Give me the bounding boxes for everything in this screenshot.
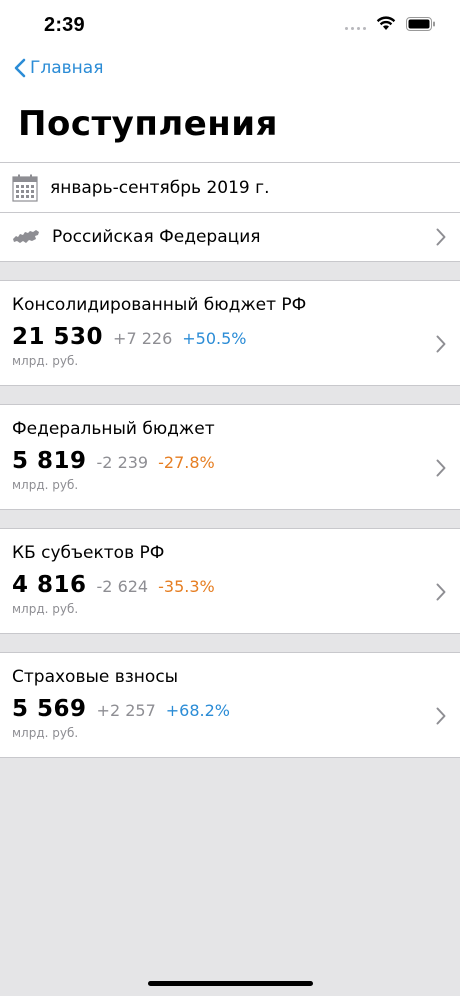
battery-icon	[406, 16, 435, 31]
period-label: январь-сентябрь 2019 г.	[50, 177, 270, 198]
budget-card-consolidated[interactable]: Консолидированный бюджет РФ 21 530 +7 22…	[0, 280, 460, 386]
card-delta: -2 239	[96, 453, 149, 472]
card-delta: +2 257	[96, 701, 156, 720]
navigation-bar: Главная	[0, 50, 460, 88]
card-value: 4 816	[12, 572, 87, 598]
card-title: КБ субъектов РФ	[12, 543, 165, 563]
card-title: Страховые взносы	[12, 667, 179, 687]
budget-card-federal[interactable]: Федеральный бюджет 5 819 -2 239 -27.8% м…	[0, 404, 460, 510]
budget-card-regions[interactable]: КБ субъектов РФ 4 816 -2 624 -35.3% млрд…	[0, 528, 460, 634]
period-selector[interactable]: январь-сентябрь 2019 г.	[0, 162, 460, 212]
card-title: Консолидированный бюджет РФ	[12, 295, 307, 315]
budget-card-insurance[interactable]: Страховые взносы 5 569 +2 257 +68.2% млр…	[0, 652, 460, 758]
status-bar: 2:39	[0, 0, 460, 50]
card-unit: млрд. руб.	[12, 354, 79, 368]
card-unit: млрд. руб.	[12, 478, 79, 492]
calendar-icon	[12, 174, 38, 202]
wifi-icon	[376, 16, 396, 30]
russia-map-icon	[13, 230, 39, 243]
chevron-right-icon	[436, 459, 446, 477]
card-percent: +68.2%	[165, 701, 230, 720]
card-value: 5 569	[12, 696, 87, 722]
chevron-right-icon	[436, 335, 446, 353]
chevron-right-icon	[436, 228, 446, 246]
region-label: Российская Федерация	[52, 227, 261, 247]
card-delta: -2 624	[96, 577, 149, 596]
card-value: 21 530	[12, 324, 104, 350]
page-title: Поступления	[18, 104, 278, 144]
card-percent: +50.5%	[182, 329, 247, 348]
chevron-right-icon	[436, 707, 446, 725]
card-delta: +7 226	[113, 329, 173, 348]
card-percent: -35.3%	[158, 577, 215, 596]
status-icons	[345, 16, 436, 31]
card-percent: -27.8%	[158, 453, 215, 472]
card-unit: млрд. руб.	[12, 602, 79, 616]
signal-icon	[345, 18, 366, 30]
card-unit: млрд. руб.	[12, 726, 79, 740]
back-button[interactable]: Главная	[14, 58, 103, 78]
back-button-label: Главная	[30, 58, 104, 78]
status-time: 2:39	[44, 14, 85, 36]
region-selector[interactable]: Российская Федерация	[0, 212, 460, 262]
home-indicator[interactable]	[148, 981, 313, 986]
card-title: Федеральный бюджет	[12, 419, 215, 439]
chevron-left-icon	[14, 58, 26, 78]
card-value: 5 819	[12, 448, 87, 474]
header-area: 2:39 Главная Поступления	[0, 0, 460, 162]
chevron-right-icon	[436, 583, 446, 601]
